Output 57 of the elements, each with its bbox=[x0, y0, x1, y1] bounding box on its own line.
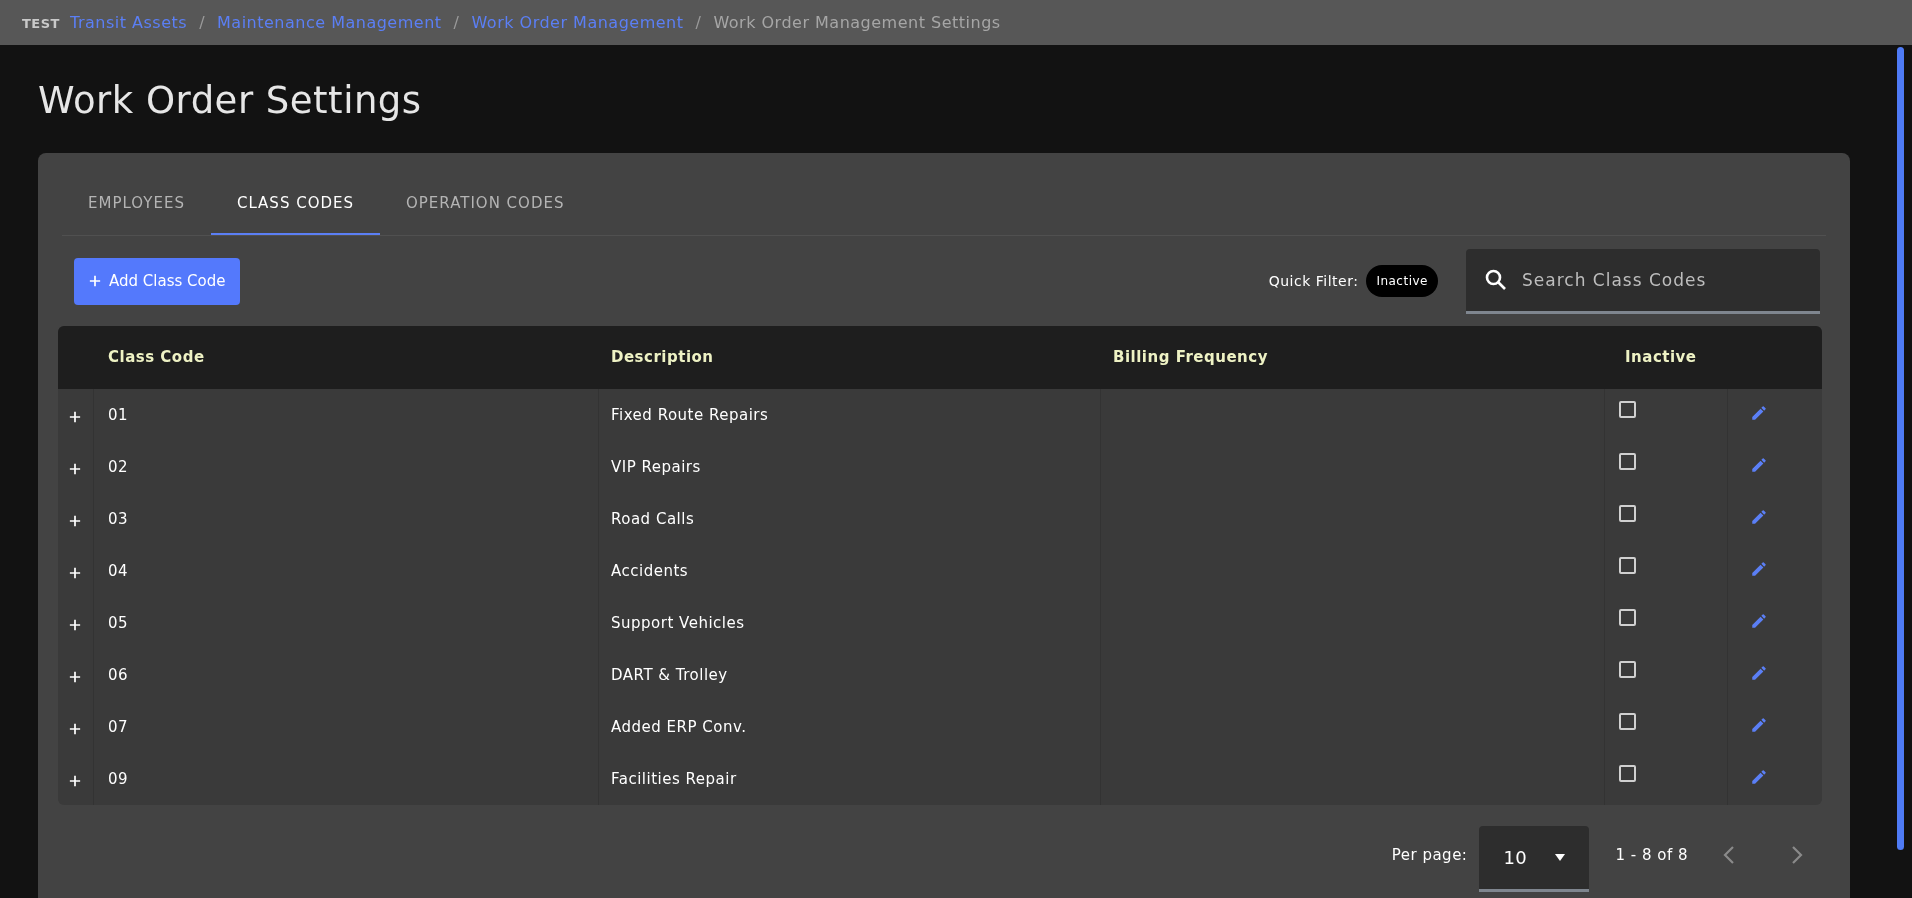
edit-button[interactable] bbox=[1750, 456, 1768, 474]
per-page-select[interactable]: 10 bbox=[1479, 826, 1590, 892]
column-header: Inactive bbox=[1624, 347, 1698, 369]
tab[interactable]: EMPLOYEES bbox=[62, 173, 211, 235]
edit-button[interactable] bbox=[1750, 560, 1768, 578]
plus-icon bbox=[68, 671, 81, 683]
plus-icon bbox=[68, 411, 81, 423]
tab[interactable]: OPERATION CODES bbox=[380, 173, 591, 235]
search-field[interactable]: Search Class Codes bbox=[1466, 248, 1820, 314]
plus-icon bbox=[68, 567, 81, 579]
breadcrumb-current: Work Order Management Settings bbox=[713, 11, 1001, 34]
table-cell-text: 04 bbox=[108, 560, 129, 582]
plus-icon bbox=[68, 515, 81, 527]
environment-label: TEST bbox=[22, 15, 60, 34]
scrollbar-thumb[interactable] bbox=[1897, 47, 1904, 850]
add-class-code-button[interactable]: Add Class Code bbox=[74, 257, 241, 305]
table-cell-text: Accidents bbox=[611, 560, 689, 582]
edit-button[interactable] bbox=[1750, 716, 1768, 734]
plus-icon bbox=[68, 723, 81, 735]
table-cell-text: 01 bbox=[108, 404, 129, 426]
table-cell-text: 02 bbox=[108, 456, 129, 478]
column-header: Description bbox=[610, 347, 715, 369]
search-icon bbox=[1484, 267, 1508, 292]
chevron-right-icon bbox=[1790, 845, 1804, 865]
table-cell-text: 09 bbox=[108, 768, 129, 790]
table-cell-text: Road Calls bbox=[611, 508, 695, 530]
edit-button[interactable] bbox=[1750, 768, 1768, 786]
plus-icon bbox=[89, 275, 101, 287]
column-header: Class Code bbox=[107, 347, 206, 369]
table-cell-text: Facilities Repair bbox=[611, 768, 737, 790]
table-cell-text: Fixed Route Repairs bbox=[611, 404, 769, 426]
table-cell-text: 06 bbox=[108, 664, 129, 686]
column-header: Billing Frequency bbox=[1112, 347, 1269, 369]
table-cell-text: VIP Repairs bbox=[611, 456, 701, 478]
edit-button[interactable] bbox=[1750, 404, 1768, 422]
plus-icon bbox=[68, 463, 81, 475]
edit-button[interactable] bbox=[1750, 664, 1768, 682]
table-cell-text: 07 bbox=[108, 716, 129, 738]
per-page-label: Per page: bbox=[1391, 844, 1468, 866]
quick-filter-label: Quick Filter: bbox=[1268, 271, 1359, 291]
table-cell-text: 03 bbox=[108, 508, 129, 530]
breadcrumb-separator: / bbox=[453, 11, 460, 34]
edit-button[interactable] bbox=[1750, 612, 1768, 630]
table-cell-text: Support Vehicles bbox=[611, 612, 745, 634]
table-cell-text: DART & Trolley bbox=[611, 664, 728, 686]
table-cell-text: Added ERP Conv. bbox=[611, 716, 747, 738]
plus-icon bbox=[68, 775, 81, 787]
edit-button[interactable] bbox=[1750, 508, 1768, 526]
page-range: 1 - 8 of 8 bbox=[1615, 844, 1688, 866]
page-title: Work Order Settings bbox=[38, 78, 423, 124]
dropdown-caret-icon bbox=[1555, 854, 1566, 861]
tab[interactable]: CLASS CODES bbox=[210, 173, 380, 235]
breadcrumb-separator: / bbox=[695, 11, 702, 34]
plus-icon bbox=[68, 619, 81, 631]
chevron-left-icon bbox=[1722, 845, 1736, 865]
breadcrumb-separator: / bbox=[199, 11, 206, 34]
table-cell-text: 05 bbox=[108, 612, 129, 634]
